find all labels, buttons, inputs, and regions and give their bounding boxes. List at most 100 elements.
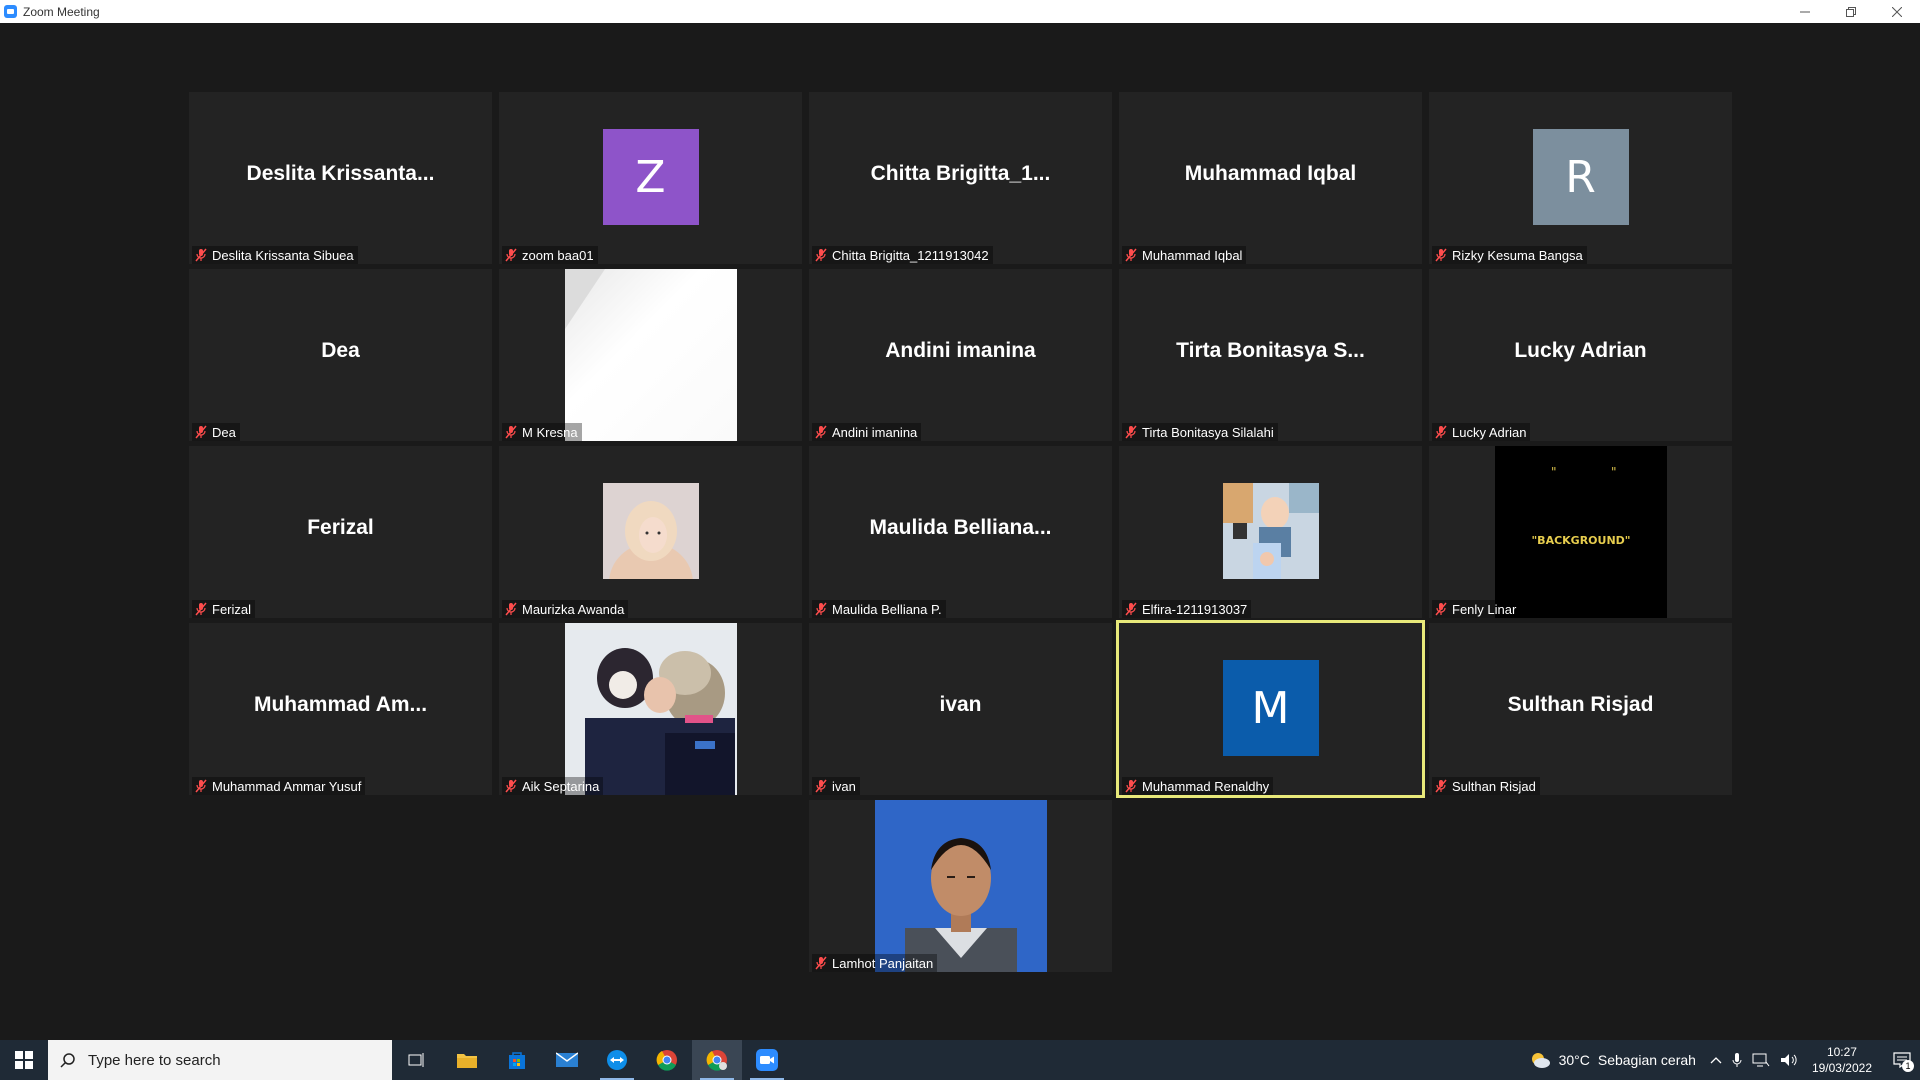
participant-tile[interactable]: Elfira-1211913037 (1119, 446, 1422, 618)
participant-name: Lucky Adrian (1452, 424, 1527, 440)
participant-name: Andini imanina (832, 424, 918, 440)
restore-button[interactable] (1828, 0, 1874, 23)
network-icon[interactable] (1752, 1052, 1770, 1068)
muted-mic-icon (1435, 779, 1447, 793)
participant-display-name: Lucky Adrian (1514, 339, 1647, 362)
participant-tile[interactable]: Zzoom baa01 (499, 92, 802, 264)
participant-tile[interactable]: " " "BACKGROUND" Fenly Linar (1429, 446, 1732, 618)
participant-video: " " "BACKGROUND" (1494, 446, 1667, 618)
participant-display-name: Dea (321, 339, 360, 362)
participant-tile[interactable]: Maulida Belliana... Maulida Belliana P. (809, 446, 1112, 618)
participant-name-label: M Kresna (502, 423, 582, 441)
minimize-button[interactable] (1782, 0, 1828, 23)
participant-tile[interactable]: Chitta Brigitta_1... Chitta Brigitta_1211… (809, 92, 1112, 264)
participant-tile[interactable]: Deslita Krissanta... Deslita Krissanta Si… (189, 92, 492, 264)
system-tray: 30°C Sebagian cerah 10:27 19/03/2022 1 (1529, 1040, 1920, 1080)
participant-tile[interactable]: Muhammad Iqbal Muhammad Iqbal (1119, 92, 1422, 264)
tray-icons (1710, 1052, 1798, 1068)
participant-tile[interactable]: Aik Septarina (499, 623, 802, 795)
gallery-view: Deslita Krissanta... Deslita Krissanta Si… (0, 23, 1920, 1040)
participant-tile[interactable]: Maurizka Awanda (499, 446, 802, 618)
muted-mic-icon (195, 779, 207, 793)
taskbar-search-box[interactable]: Type here to search (48, 1040, 392, 1080)
participant-photo (564, 623, 737, 795)
muted-mic-icon (195, 248, 207, 262)
chrome-button[interactable] (642, 1040, 692, 1080)
participant-tile[interactable]: Lucky Adrian Lucky Adrian (1429, 269, 1732, 441)
muted-mic-icon (815, 956, 827, 970)
window-controls (1782, 0, 1920, 23)
restore-icon (1846, 6, 1856, 17)
participant-display-name: Sulthan Risjad (1507, 693, 1654, 716)
participant-tile[interactable]: Muhammad Am... Muhammad Ammar Yusuf (189, 623, 492, 795)
weather-temperature: 30°C (1558, 1052, 1590, 1068)
muted-mic-icon (815, 248, 827, 262)
clock-date: 19/03/2022 (1811, 1061, 1872, 1075)
participant-tile[interactable]: Ferizal Ferizal (189, 446, 492, 618)
weather-widget[interactable]: 30°C Sebagian cerah (1529, 1051, 1696, 1069)
participant-name-label: Sulthan Risjad (1432, 777, 1540, 795)
participant-name: Sulthan Risjad (1452, 778, 1536, 794)
participant-photo (602, 483, 699, 579)
participant-tile[interactable]: Lamhot Panjaitan (809, 800, 1112, 972)
participant-name-label: Aik Septarina (502, 777, 604, 795)
participant-tile[interactable]: Tirta Bonitasya S... Tirta Bonitasya Sila… (1119, 269, 1422, 441)
participant-name-label: Lucky Adrian (1432, 423, 1531, 441)
participant-name: Aik Septarina (522, 778, 600, 794)
zoom-taskbar-button[interactable] (742, 1040, 792, 1080)
chrome-profile-icon (706, 1050, 727, 1071)
participant-video (564, 623, 737, 795)
participant-display-name: Ferizal (307, 516, 374, 539)
participant-tile[interactable]: M Kresna (499, 269, 802, 441)
partly-sunny-icon (1531, 1053, 1550, 1068)
search-icon (60, 1053, 75, 1068)
participant-tile[interactable]: ivan ivan (809, 623, 1112, 795)
muted-mic-icon (1125, 779, 1137, 793)
participant-name-label: Rizky Kesuma Bangsa (1432, 246, 1587, 264)
chevron-up-icon[interactable] (1710, 1056, 1722, 1064)
participant-name: Fenly Linar (1452, 601, 1517, 617)
participant-name-label: Muhammad Ammar Yusuf (192, 777, 366, 795)
file-explorer-button[interactable] (442, 1040, 492, 1080)
participant-photo: " " "BACKGROUND" (1494, 446, 1667, 618)
participant-name: ivan (832, 778, 856, 794)
windows-logo-icon (15, 1051, 33, 1069)
action-center-button[interactable]: 1 (1884, 1040, 1920, 1080)
close-button[interactable] (1874, 0, 1920, 23)
muted-mic-icon (1125, 602, 1137, 616)
participant-tile[interactable]: M Muhammad Renaldhy (1116, 620, 1425, 798)
minimize-icon (1800, 11, 1810, 12)
participant-name-label: Andini imanina (812, 423, 922, 441)
participant-name: Muhammad Renaldhy (1142, 778, 1270, 794)
participant-tile[interactable]: Andini imanina Andini imanina (809, 269, 1112, 441)
volume-icon[interactable] (1780, 1052, 1798, 1068)
participant-video (1222, 483, 1319, 579)
participant-display-name: Andini imanina (885, 339, 1036, 362)
muted-mic-icon (1435, 425, 1447, 439)
folder-icon (457, 1054, 477, 1068)
photo-overlay-text: "BACKGROUND" (1531, 534, 1630, 547)
task-view-button[interactable] (392, 1040, 442, 1080)
teamviewer-icon (607, 1050, 627, 1070)
taskbar-clock[interactable]: 10:27 19/03/2022 (1812, 1044, 1872, 1076)
teamviewer-button[interactable] (592, 1040, 642, 1080)
participant-name: Muhammad Iqbal (1142, 247, 1243, 263)
start-button[interactable] (0, 1040, 48, 1080)
participant-name: M Kresna (522, 424, 578, 440)
participant-name: Chitta Brigitta_1211913042 (832, 247, 989, 263)
participant-display-name: ivan (939, 693, 982, 716)
microphone-icon[interactable] (1732, 1052, 1742, 1068)
participant-display-name: Tirta Bonitasya S... (1176, 339, 1365, 362)
store-button[interactable] (492, 1040, 542, 1080)
participant-name: Ferizal (212, 601, 252, 617)
participant-tile[interactable]: Sulthan Risjad Sulthan Risjad (1429, 623, 1732, 795)
chrome-profile-button[interactable] (692, 1040, 742, 1080)
participant-name: Muhammad Ammar Yusuf (212, 778, 362, 794)
clock-time: 10:27 (1826, 1045, 1857, 1059)
participant-name: zoom baa01 (522, 247, 594, 263)
participant-tile[interactable]: Dea Dea (189, 269, 492, 441)
participant-tile[interactable]: R Rizky Kesuma Bangsa (1429, 92, 1732, 264)
store-icon (509, 1052, 525, 1069)
mail-button[interactable] (542, 1040, 592, 1080)
participant-name-label: Chitta Brigitta_1211913042 (812, 246, 993, 264)
